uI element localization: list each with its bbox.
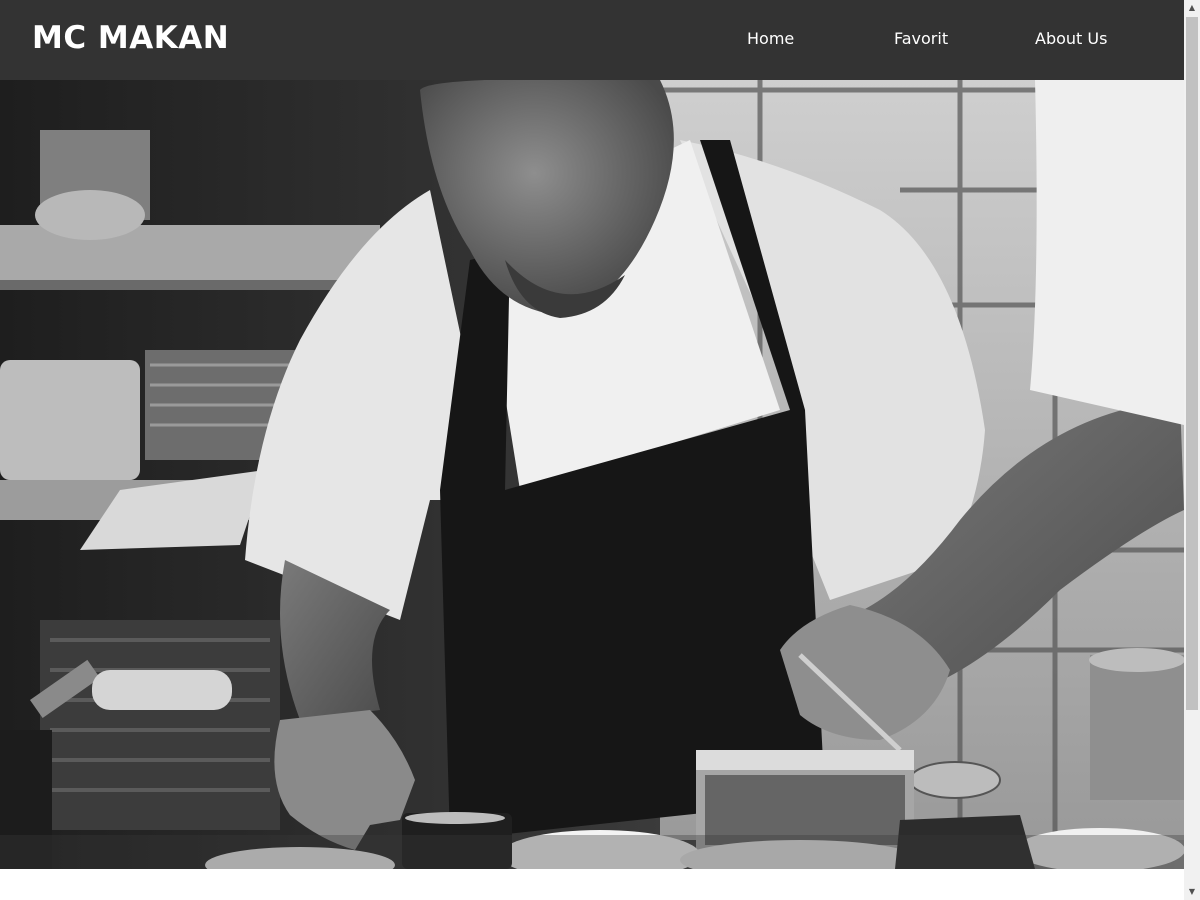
scroll-up-arrow-icon[interactable]: ▲: [1184, 0, 1200, 16]
nav-link-home[interactable]: Home: [747, 29, 794, 48]
nav-link-favorit[interactable]: Favorit: [894, 29, 948, 48]
nav-link-about-us[interactable]: About Us: [1035, 29, 1107, 48]
vertical-scrollbar[interactable]: ▲ ▼: [1184, 0, 1200, 900]
chef-photo: [0, 80, 1184, 869]
scrollbar-thumb[interactable]: [1186, 17, 1198, 710]
navbar: MC MAKAN Home Favorit About Us: [0, 0, 1184, 80]
scroll-down-arrow-icon[interactable]: ▼: [1184, 884, 1200, 900]
page-content-area: [0, 869, 1184, 900]
brand-logo[interactable]: MC MAKAN: [32, 20, 229, 56]
hero-image: [0, 80, 1184, 869]
